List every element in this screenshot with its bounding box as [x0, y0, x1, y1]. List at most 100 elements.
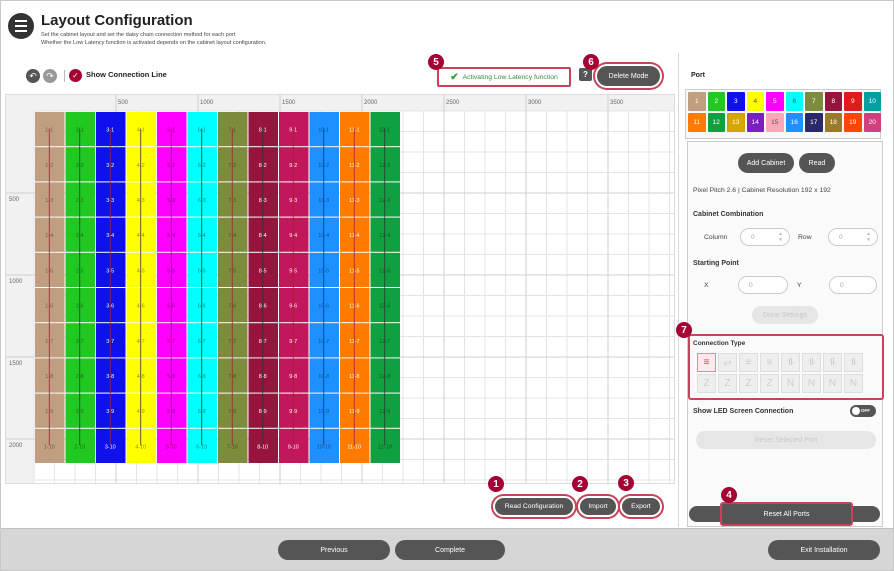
port-12[interactable]: 12	[707, 113, 725, 132]
layout-grid-canvas[interactable]: 500 1000 1500 2000 2500 3000 3500 500 1000 1500 20…	[6, 95, 675, 484]
footer-bar: Previous Complete Exit Installation	[1, 528, 893, 570]
connection-type-9-icon[interactable]: Z	[697, 374, 716, 393]
show-connection-line-label: Show Connection Line	[86, 70, 167, 79]
layout-grid[interactable]: 500 1000 1500 2000 2500 3000 3500 500 1000 1500 20…	[5, 94, 675, 484]
complete-button[interactable]: Complete	[395, 540, 505, 560]
port-1[interactable]: 1	[688, 92, 706, 111]
cabinet-combination-label: Cabinet Combination	[693, 211, 764, 218]
delete-mode-button[interactable]: Delete Mode	[597, 66, 660, 86]
port-17[interactable]: 17	[805, 113, 823, 132]
port-6[interactable]: 6	[785, 92, 803, 111]
connection-type-3-icon[interactable]: ≡	[739, 353, 758, 372]
connection-type-16-icon[interactable]: N	[844, 374, 863, 393]
y-value: 0	[840, 281, 844, 289]
port-5[interactable]: 5	[766, 92, 784, 111]
y-tick-label: 500	[9, 197, 20, 203]
reset-all-ports-button[interactable]: Reset All Ports	[720, 502, 853, 526]
connection-type-10-icon[interactable]: Z	[718, 374, 737, 393]
exit-installation-button[interactable]: Exit Installation	[768, 540, 880, 560]
page-title: Layout Configuration	[41, 12, 193, 29]
port-14[interactable]: 14	[746, 113, 764, 132]
done-settings-button[interactable]: Done Settings	[752, 306, 818, 324]
port-8[interactable]: 8	[824, 92, 842, 111]
column-value: 0	[751, 233, 755, 241]
port-19[interactable]: 19	[844, 113, 862, 132]
port-15[interactable]: 15	[766, 113, 784, 132]
row-value: 0	[839, 233, 843, 241]
reset-selected-port-button[interactable]: Reset Selected Port	[696, 431, 876, 449]
y-input[interactable]: 0	[829, 276, 877, 294]
add-cabinet-button[interactable]: Add Cabinet	[738, 153, 794, 173]
port-title: Port	[691, 72, 705, 79]
port-7[interactable]: 7	[805, 92, 823, 111]
connection-type-5-icon[interactable]: ⥮	[781, 353, 800, 372]
port-4[interactable]: 4	[746, 92, 764, 111]
connection-type-2-icon[interactable]: ⥂	[718, 353, 737, 372]
port-2[interactable]: 2	[707, 92, 725, 111]
read-configuration-button[interactable]: Read Configuration	[495, 498, 573, 515]
port-9[interactable]: 9	[844, 92, 862, 111]
export-button[interactable]: Export	[622, 498, 660, 515]
x-input[interactable]: 0	[738, 276, 788, 294]
port-18[interactable]: 18	[824, 113, 842, 132]
port-16[interactable]: 16	[785, 113, 803, 132]
x-tick-label: 500	[118, 100, 129, 106]
connection-type-label: Connection Type	[693, 340, 746, 347]
port-20[interactable]: 20	[863, 113, 881, 132]
panel-divider	[678, 53, 679, 527]
settings-panel: Port 1 2 3 4 5 6 7 8 9 10 11 12 13 14 15 16 17 18 19 20 Add…	[683, 59, 889, 527]
connection-type-14-icon[interactable]: N	[802, 374, 821, 393]
stepper-icon[interactable]: ▲ ▼	[866, 231, 871, 243]
port-13[interactable]: 13	[727, 113, 745, 132]
connection-type-7-icon[interactable]: ⥮	[823, 353, 842, 372]
port-10[interactable]: 10	[863, 92, 881, 111]
show-connection-line-checkbox[interactable]: ✓	[69, 69, 82, 82]
x-tick-label: 1500	[282, 100, 296, 106]
pixel-info: Pixel Pitch 2.6 | Cabinet Resolution 192…	[693, 187, 831, 194]
grid-actions: Read Configuration Import Export	[1, 489, 677, 525]
connection-type-13-icon[interactable]: N	[781, 374, 800, 393]
app-window: Layout Configuration Set the cabinet lay…	[0, 0, 894, 571]
port-11[interactable]: 11	[688, 113, 706, 132]
show-led-toggle[interactable]: OFF	[850, 405, 876, 417]
page-header: Layout Configuration Set the cabinet lay…	[1, 1, 893, 53]
x-tick-label: 1000	[200, 100, 214, 106]
page-subtitle-2: Whether the Low Latency function is acti…	[41, 40, 267, 46]
left-ruler	[6, 95, 34, 483]
read-button[interactable]: Read	[799, 153, 835, 173]
connection-type-12-icon[interactable]: Z	[760, 374, 779, 393]
undo-icon[interactable]: ↶	[26, 69, 40, 83]
connection-type-6-icon[interactable]: ⥮	[802, 353, 821, 372]
column-input[interactable]: 0 ▲ ▼	[740, 228, 790, 246]
top-ruler	[6, 95, 674, 111]
x-tick-label: 2000	[364, 100, 378, 106]
row-input[interactable]: 0 ▲ ▼	[828, 228, 878, 246]
x-label: X	[704, 282, 709, 289]
connection-type-11-icon[interactable]: Z	[739, 374, 758, 393]
port-3[interactable]: 3	[727, 92, 745, 111]
connection-type-grid: ≡ ⥂ ≡ ≡ ⥮ ⥮ ⥮ ⥮ Z Z Z Z N N N N	[697, 353, 863, 393]
connection-type-15-icon[interactable]: N	[823, 374, 842, 393]
check-icon: ✔	[450, 71, 459, 83]
callout-badge-6: 6	[583, 54, 599, 70]
port-selector: 1 2 3 4 5 6 7 8 9 10 11 12 13 14 15 16 17 18 19 20	[685, 89, 881, 139]
previous-button[interactable]: Previous	[278, 540, 390, 560]
stepper-icon[interactable]: ▲ ▼	[778, 231, 783, 243]
toggle-knob	[852, 407, 860, 415]
column-label: Column	[704, 234, 728, 241]
x-tick-label: 3000	[528, 100, 542, 106]
show-led-label: Show LED Screen Connection	[693, 408, 794, 415]
connection-type-1-icon[interactable]: ≡	[697, 353, 716, 372]
import-button[interactable]: Import	[580, 498, 616, 515]
redo-icon[interactable]: ↷	[43, 69, 57, 83]
menu-icon[interactable]	[8, 13, 34, 39]
x-tick-label: 2500	[446, 100, 460, 106]
grid-toolbar: ↶ ↷ ✓ Show Connection Line ✔ Activating L…	[1, 59, 677, 93]
connection-type-8-icon[interactable]: ⥮	[844, 353, 863, 372]
reset-all-ports-bar: Reset All Ports	[689, 502, 880, 526]
connection-type-4-icon[interactable]: ≡	[760, 353, 779, 372]
low-latency-status: ✔ Activating Low Latency function	[437, 67, 571, 87]
page-subtitle: Set the cabinet layout and set the daisy…	[41, 32, 236, 38]
cabinet-config-box: Add Cabinet Read Pixel Pitch 2.6 | Cabin…	[687, 141, 884, 527]
toggle-state: OFF	[861, 408, 870, 413]
